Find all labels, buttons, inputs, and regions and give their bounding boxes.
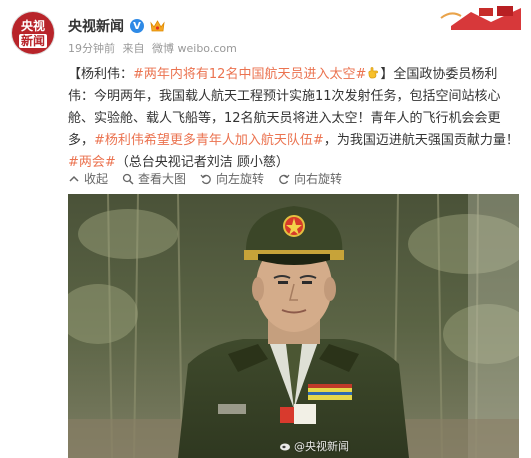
post-segment: ，为我国迈进航天强国贡献力量！ <box>323 133 519 148</box>
rotate-left-icon <box>200 174 211 184</box>
view-large-label: 查看大图 <box>138 172 187 186</box>
avatar-line1: 央视 <box>20 18 45 33</box>
avatar[interactable]: 央视 新闻 <box>12 12 54 54</box>
avatar-line2: 新闻 <box>18 33 47 48</box>
hashtag-link[interactable]: #两会# <box>68 155 116 170</box>
post-segment: 【杨利伟： <box>68 67 134 82</box>
rotate-left-label: 向左旋转 <box>216 172 265 186</box>
crown-icon <box>150 20 165 32</box>
collapse-icon <box>69 175 79 182</box>
post-meta: 19分钟前 来自 微博 weibo.com <box>68 40 241 56</box>
post-source[interactable]: 微博 weibo.com <box>152 42 237 55</box>
hashtag-link[interactable]: #杨利伟希望更多青年人加入航天队伍# <box>94 133 324 148</box>
verified-icon: V <box>130 19 144 33</box>
decorative-banner-icon <box>431 4 521 30</box>
post-text: 【杨利伟：#两年内将有12名中国航天员进入太空# 】全国政协委员杨利伟：今明两年，… <box>68 64 523 174</box>
photo-watermark: @央视新闻 <box>279 438 349 454</box>
magnify-icon <box>122 173 134 185</box>
hand-emoji-icon <box>368 67 379 79</box>
hashtag-link[interactable]: #两年内将有12名中国航天员进入太空# <box>133 67 366 82</box>
officer-photo-image <box>68 194 519 458</box>
rotate-left-button[interactable]: 向左旋转 <box>200 170 264 187</box>
collapse-label: 收起 <box>84 172 109 186</box>
image-actions: 收起 查看大图 向左旋转 向右旋转 <box>68 170 342 187</box>
post-segment: （总台央视记者刘洁 顾小慈） <box>115 155 289 170</box>
username[interactable]: 央视新闻 <box>68 16 124 36</box>
rotate-right-icon <box>279 174 290 184</box>
post-header: 央视 新闻 央视新闻 V 19分钟前 来自 微博 weibo.com <box>0 0 531 62</box>
post-time[interactable]: 19分钟前 <box>68 42 115 55</box>
user-line: 央视新闻 V <box>68 16 165 36</box>
weibo-logo-icon <box>280 443 290 451</box>
view-large-button[interactable]: 查看大图 <box>122 170 186 187</box>
post-photo[interactable]: @央视新闻 <box>68 194 519 458</box>
rotate-right-label: 向右旋转 <box>294 172 343 186</box>
watermark-text: @央视新闻 <box>294 440 349 453</box>
source-prefix: 来自 <box>122 42 145 55</box>
collapse-button[interactable]: 收起 <box>68 170 108 187</box>
rotate-right-button[interactable]: 向右旋转 <box>278 170 342 187</box>
